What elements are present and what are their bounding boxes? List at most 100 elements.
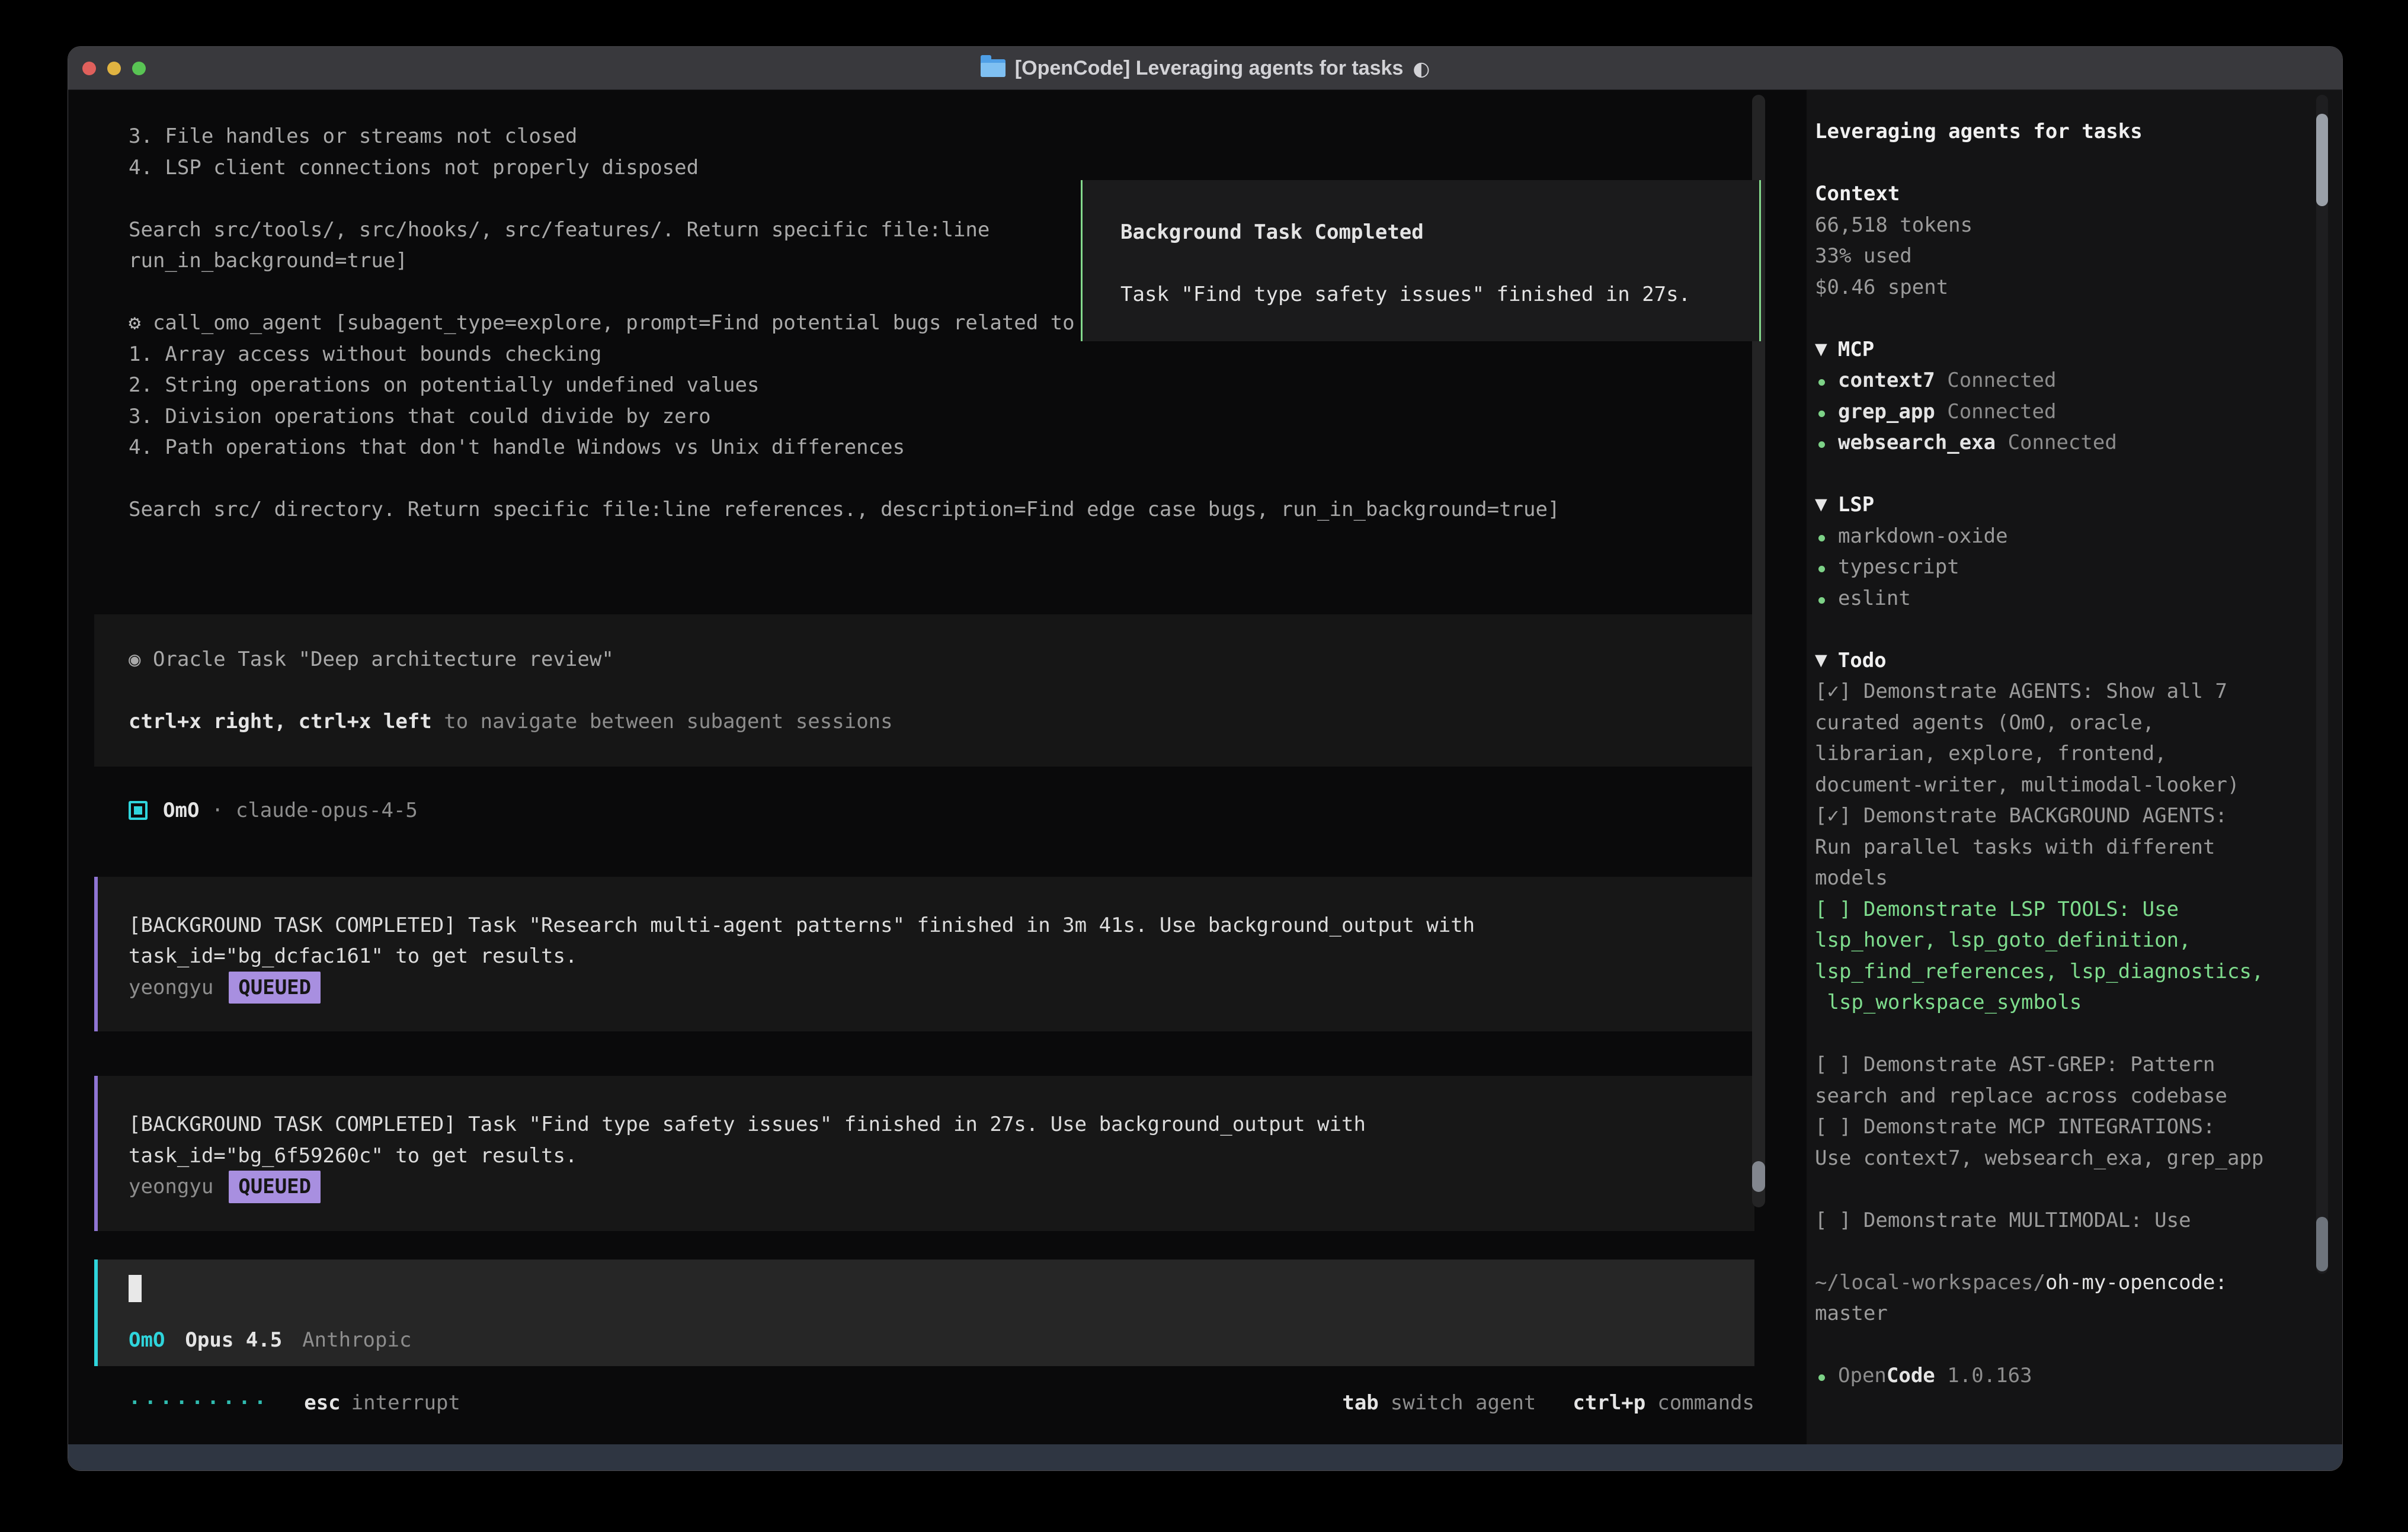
task-message-meta: yeongyu QUEUED [98, 1171, 1754, 1203]
toast-notification[interactable]: Background Task Completed Task "Find typ… [1081, 180, 1761, 341]
window-title-text: [OpenCode] Leveraging agents for tasks [1015, 57, 1404, 80]
terminal-line: 3. File handles or streams not closed [94, 121, 1807, 152]
session-title: Leveraging agents for tasks [1815, 116, 2342, 148]
agent-name: OmO [163, 795, 199, 826]
key-tab: tab [1342, 1387, 1378, 1419]
separator: · [199, 795, 235, 826]
context-header: Context [1815, 178, 2342, 210]
chevron-down-icon: ▼ [1815, 489, 1827, 521]
todo-item: [ ] Demonstrate MCP INTEGRATIONS: Use co… [1815, 1111, 2342, 1174]
tool-call-item: 2. String operations on potentially unde… [94, 370, 1807, 401]
tool-call-item: 3. Division operations that could divide… [94, 401, 1807, 432]
terminal-line [94, 463, 1807, 495]
lsp-section-header[interactable]: ▼LSP [1815, 489, 2342, 521]
status-dot-icon [1818, 566, 1825, 572]
task-message-meta: yeongyu QUEUED [98, 972, 1754, 1004]
sidebar: Leveraging agents for tasks Context 66,5… [1807, 90, 2342, 1444]
tab-action-label: switch agent [1391, 1387, 1536, 1419]
tool-call-item: 1. Array access without bounds checking [94, 339, 1807, 370]
task-message-line: task_id="bg_dcfac161" to get results. [98, 941, 1754, 972]
hint-text: to navigate between subagent sessions [432, 710, 893, 733]
version-info: OpenCode 1.0.163 [1815, 1360, 2342, 1392]
spinner-dots: ········· [129, 1387, 270, 1419]
task-message: [BACKGROUND TASK COMPLETED] Task "Find t… [94, 1076, 1754, 1231]
oracle-task-title: Oracle Task "Deep architecture review" [153, 648, 614, 671]
tool-call-tail: Search src/ directory. Return specific f… [94, 494, 1807, 525]
text-cursor [129, 1275, 142, 1302]
task-message-line: [BACKGROUND TASK COMPLETED] Task "Find t… [98, 1109, 1754, 1140]
active-agent-label: OmO [129, 1328, 165, 1352]
author-label: yeongyu [129, 972, 213, 1004]
todo-item: [ ] Demonstrate MULTIMODAL: Use [1815, 1205, 2342, 1236]
workspace-path: ~/local-workspaces/ [1815, 1271, 2045, 1294]
window-titlebar[interactable]: [OpenCode] Leveraging agents for tasks ◐ [68, 47, 2342, 90]
todo-item: [✓] Demonstrate BACKGROUND AGENTS: Run p… [1815, 800, 2342, 894]
status-bar: ········· esc interrupt tab switch agent… [94, 1387, 1754, 1419]
workspace-branch: master [1815, 1298, 2342, 1329]
mcp-section-header[interactable]: ▼MCP [1815, 334, 2342, 366]
status-dot-icon [1818, 535, 1825, 541]
status-left: ········· esc interrupt [129, 1387, 460, 1419]
lsp-item: markdown-oxide [1815, 521, 2342, 552]
todo-section-header[interactable]: ▼Todo [1815, 645, 2342, 677]
chevron-down-icon: ▼ [1815, 645, 1827, 677]
subagent-nav-hint: ctrl+x right, ctrl+x left to navigate be… [94, 706, 1754, 738]
ctrlp-action-label: commands [1657, 1387, 1754, 1419]
close-button[interactable] [82, 62, 96, 75]
agent-square-icon [129, 801, 148, 820]
todo-item: [✓] Demonstrate AGENTS: Show all 7 curat… [1815, 676, 2342, 800]
lsp-item: eslint [1815, 583, 2342, 614]
status-badge: QUEUED [229, 1171, 321, 1203]
todo-scrollbar-thumb[interactable] [2316, 1217, 2328, 1271]
status-dot-icon [1818, 379, 1825, 386]
context-spent: $0.46 spent [1815, 272, 2342, 303]
status-right: tab switch agent ctrl+p commands [1342, 1387, 1754, 1419]
task-message-line: task_id="bg_6f59260c" to get results. [98, 1140, 1754, 1172]
status-dot-icon [1818, 597, 1825, 604]
agent-header: OmO · claude-opus-4-5 [94, 795, 1807, 826]
agent-model: claude-opus-4-5 [236, 795, 418, 826]
hint-keys: ctrl+x right, ctrl+x left [129, 710, 432, 733]
gear-icon: ⚙ [129, 311, 153, 335]
window-title: [OpenCode] Leveraging agents for tasks ◐ [981, 57, 1430, 80]
chat-pane: 3. File handles or streams not closed 4.… [68, 90, 1807, 1444]
active-model-label: Opus 4.5 [185, 1328, 282, 1352]
oracle-task-panel: ◉ Oracle Task "Deep architecture review"… [94, 614, 1754, 767]
key-ctrlp: ctrl+p [1573, 1387, 1645, 1419]
folder-icon [981, 59, 1006, 77]
toast-body: Task "Find type safety issues" finished … [1120, 279, 1759, 310]
todo-item: [ ] Demonstrate AST-GREP: Pattern search… [1815, 1049, 2342, 1111]
status-dot-icon [1818, 411, 1825, 417]
esc-action-label: interrupt [351, 1387, 460, 1419]
sidebar-scrollbar[interactable] [2316, 95, 2328, 1274]
context-used: 33% used [1815, 241, 2342, 272]
version-number: 1.0.163 [1935, 1364, 2032, 1387]
minimize-button[interactable] [107, 62, 121, 75]
workspace-repo: oh-my-opencode: [2045, 1271, 2227, 1294]
tool-call-item: 4. Path operations that don't handle Win… [94, 432, 1807, 463]
sidebar-scrollbar-thumb[interactable] [2316, 114, 2328, 206]
terminal-line [94, 556, 1807, 588]
half-circle-icon: ◐ [1413, 57, 1430, 80]
lsp-item: typescript [1815, 552, 2342, 583]
status-badge: QUEUED [229, 972, 321, 1004]
status-dot-icon [1818, 441, 1825, 448]
status-dot-icon [1818, 1374, 1825, 1381]
toast-title: Background Task Completed [1120, 217, 1759, 248]
terminal-line [94, 525, 1807, 557]
window-footer-strip [68, 1444, 2342, 1470]
terminal-line: 4. LSP client connections not properly d… [94, 152, 1807, 184]
terminal-window: [OpenCode] Leveraging agents for tasks ◐… [68, 46, 2343, 1471]
task-message-line: [BACKGROUND TASK COMPLETED] Task "Resear… [98, 910, 1754, 941]
chevron-down-icon: ▼ [1815, 334, 1827, 366]
oracle-task-line: ◉ Oracle Task "Deep architecture review" [94, 644, 1754, 675]
mcp-item: context7 Connected [1815, 365, 2342, 396]
provider-label: Anthropic [302, 1328, 411, 1352]
product-name-suffix: Code [1887, 1364, 1935, 1387]
context-tokens: 66,518 tokens [1815, 210, 2342, 241]
prompt-input[interactable]: OmO Opus 4.5 Anthropic [94, 1259, 1754, 1366]
zoom-button[interactable] [132, 62, 146, 75]
todo-item: [ ] Demonstrate LSP TOOLS: Use lsp_hover… [1815, 894, 2342, 1018]
record-icon: ◉ [129, 648, 153, 671]
chat-scrollbar-thumb[interactable] [1752, 1161, 1765, 1192]
